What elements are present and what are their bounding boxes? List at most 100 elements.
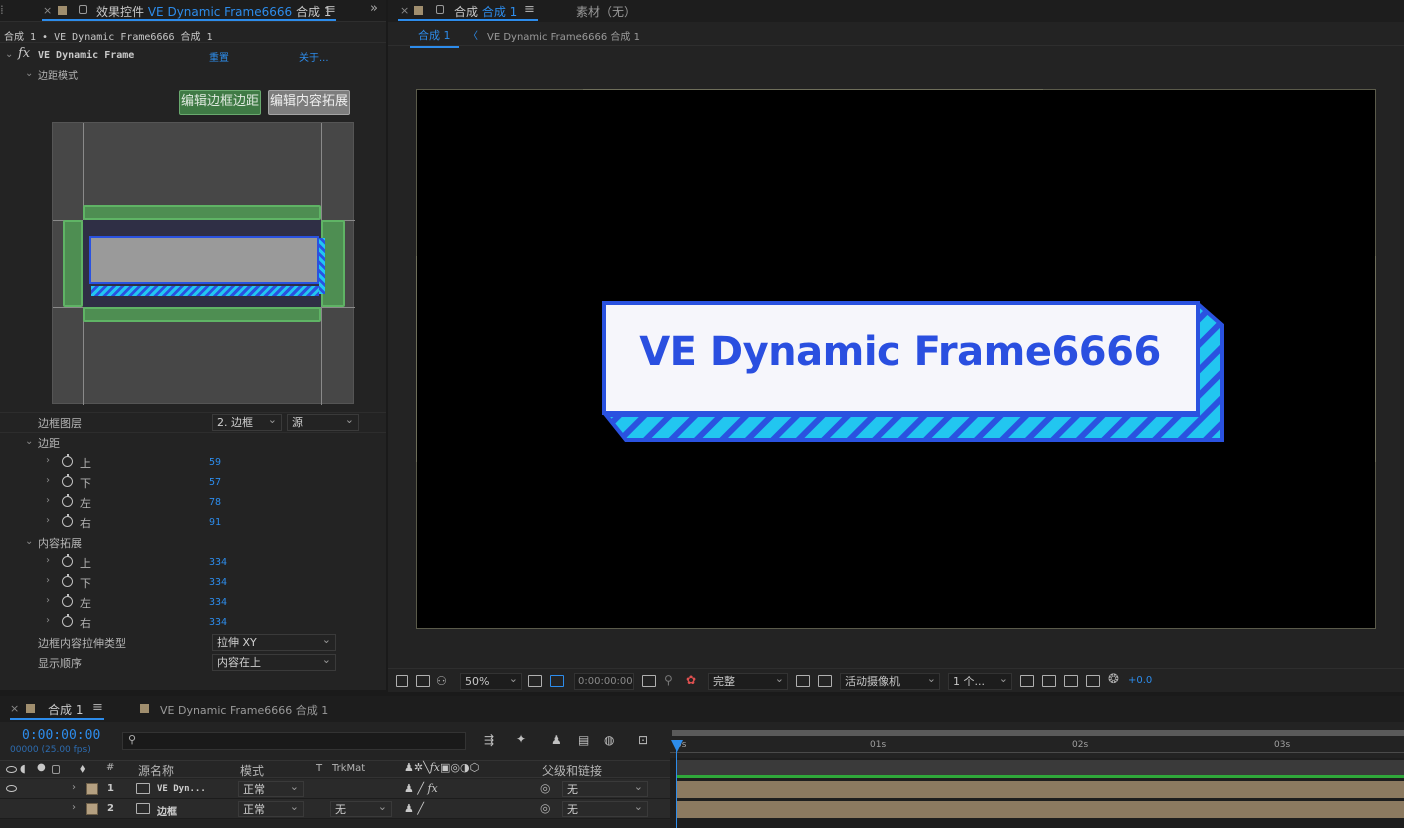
stopwatch-icon[interactable] (62, 474, 73, 487)
flowchart-icon[interactable] (1086, 675, 1100, 687)
edit-frame-margin-button[interactable]: 编辑边框边距 (179, 90, 261, 115)
margin-top-value[interactable]: 59 (209, 457, 221, 468)
graph-editor-icon[interactable]: ⊡ (638, 733, 648, 747)
snapshot-camera-icon[interactable] (642, 675, 656, 687)
current-time-field[interactable]: 0:00:00:00 (574, 673, 634, 690)
close-tab-icon[interactable]: × (43, 4, 52, 17)
close-tab-icon[interactable]: × (10, 702, 19, 715)
close-tab-icon[interactable]: × (400, 4, 409, 17)
lock-icon[interactable] (79, 5, 87, 14)
transparency-grid-icon[interactable] (550, 675, 564, 687)
stopwatch-icon[interactable] (62, 454, 73, 467)
margin-mode-chevron[interactable]: ⌄ (25, 68, 33, 79)
timeline-timecode[interactable]: 0:00:00:00 (22, 728, 100, 743)
expand-chevron[interactable]: › (46, 575, 50, 586)
stopwatch-icon[interactable] (62, 494, 73, 507)
channel-icon[interactable]: ✿ (686, 673, 696, 687)
margin-bottom-value[interactable]: 57 (209, 477, 221, 488)
column-mode[interactable]: 模式 (240, 762, 264, 779)
column-t[interactable]: T (316, 763, 322, 774)
layer-row-1[interactable]: › 1 VE Dyn... 正常 ♟ ╱ fx ◎ 无 (0, 779, 670, 799)
quality-dropdown[interactable]: 完整 (708, 671, 788, 690)
blend-mode-dropdown[interactable]: 正常 (238, 779, 304, 797)
effect-controls-tab[interactable]: 效果控件 VE Dynamic Frame6666 合成 1 (96, 3, 331, 20)
column-source-name[interactable]: 源名称 (138, 762, 174, 779)
timeline-tab-nested[interactable]: VE Dynamic Frame6666 合成 1 (160, 702, 328, 718)
content-bottom-value[interactable]: 334 (209, 577, 227, 588)
playhead-line[interactable] (676, 740, 677, 828)
composition-tab[interactable]: 合成 合成 1 (454, 3, 517, 20)
layer-search-input[interactable]: ⚲ (122, 732, 466, 750)
parent-dropdown[interactable]: 无 (562, 799, 648, 817)
stopwatch-icon[interactable] (62, 574, 73, 587)
stopwatch-icon[interactable] (62, 614, 73, 627)
zoom-dropdown[interactable]: 50% (460, 671, 522, 690)
motion-blur-icon[interactable]: ◍ (604, 733, 614, 747)
expand-layer-chevron[interactable]: › (72, 782, 76, 793)
frame-blend-icon[interactable]: ▤ (578, 733, 589, 747)
margin-top-handle[interactable] (83, 205, 321, 220)
frame-layer-dropdown[interactable]: 2. 边框 (212, 412, 282, 431)
expand-chevron[interactable]: › (46, 595, 50, 606)
video-toggle-icon[interactable] (6, 766, 17, 773)
reset-exposure-icon[interactable]: ❂ (1108, 672, 1119, 687)
edit-content-expand-button[interactable]: 编辑内容拓展 (268, 90, 350, 115)
eye-icon[interactable] (6, 785, 17, 792)
audio-icon[interactable]: ◖ (20, 762, 26, 775)
always-preview-icon[interactable] (396, 675, 408, 687)
panel-menu-icon[interactable]: ≡ (524, 2, 535, 17)
margin-left-handle[interactable] (63, 220, 83, 307)
layer-name[interactable]: 边框 (157, 803, 177, 818)
margin-group-chevron[interactable]: ⌄ (25, 436, 33, 447)
switches-icons[interactable]: ♟✲╲fx▣◎◑⬡ (404, 761, 479, 774)
expand-chevron[interactable]: › (46, 555, 50, 566)
panel-menu-icon[interactable]: ≡ (325, 2, 336, 17)
monitor-icon[interactable] (416, 675, 430, 687)
playhead-handle[interactable] (671, 740, 683, 752)
timeline-icon[interactable] (1064, 675, 1078, 687)
solo-icon[interactable]: ● (37, 762, 46, 773)
lock-icon[interactable] (436, 5, 444, 14)
parent-dropdown[interactable]: 无 (562, 779, 648, 797)
column-parent[interactable]: 父级和链接 (542, 762, 602, 779)
shy-icon[interactable]: ♟ (551, 733, 562, 747)
expand-layer-chevron[interactable]: › (72, 802, 76, 813)
expand-chevron[interactable]: › (46, 495, 50, 506)
draft-3d-icon[interactable]: ✦ (516, 732, 526, 746)
blend-mode-dropdown[interactable]: 正常 (238, 799, 304, 817)
trkmat-dropdown[interactable]: 无 (330, 799, 392, 817)
expand-chevron[interactable]: › (46, 615, 50, 626)
collapse-effect-chevron[interactable]: ⌄ (5, 49, 13, 60)
stopwatch-icon[interactable] (62, 594, 73, 607)
footage-tab[interactable]: 素材（无） (576, 3, 636, 20)
layer-name[interactable]: VE Dyn... (157, 784, 206, 794)
expand-chevron[interactable]: › (46, 475, 50, 486)
lock-icon[interactable] (52, 765, 60, 774)
views-dropdown[interactable]: 1 个... (948, 671, 1012, 690)
composition-canvas[interactable]: VE Dynamic Frame6666 (416, 89, 1376, 629)
stopwatch-icon[interactable] (62, 554, 73, 567)
layer-switches[interactable]: ♟ ╱ fx (404, 782, 438, 795)
margin-preview-widget[interactable] (52, 122, 355, 405)
region-of-interest-icon[interactable] (796, 675, 810, 687)
column-trkmat[interactable]: TrkMat (332, 763, 365, 774)
layer-1-duration-bar[interactable] (676, 781, 1404, 798)
layer-row-2[interactable]: › 2 边框 正常 无 ♟ ╱ ◎ 无 (0, 799, 670, 819)
layer-switches[interactable]: ♟ ╱ (404, 802, 424, 815)
stretch-type-dropdown[interactable]: 拉伸 XY (212, 632, 336, 651)
expand-chevron[interactable]: › (46, 515, 50, 526)
expand-chevron[interactable]: › (46, 455, 50, 466)
fx-icon[interactable]: fx (18, 46, 30, 61)
pickwhip-icon[interactable]: ◎ (540, 801, 550, 815)
content-top-value[interactable]: 334 (209, 557, 227, 568)
pickwhip-icon[interactable]: ◎ (540, 781, 550, 795)
content-right-value[interactable]: 334 (209, 617, 227, 628)
margin-right-value[interactable]: 91 (209, 517, 221, 528)
resolution-icon[interactable] (528, 675, 542, 687)
comp-flow-icon[interactable]: ⇶ (484, 733, 494, 747)
margin-bottom-handle[interactable] (83, 307, 321, 322)
label-color-swatch[interactable] (86, 803, 98, 815)
stopwatch-icon[interactable] (62, 514, 73, 527)
display-order-dropdown[interactable]: 内容在上 (212, 652, 336, 671)
dynamic-frame-graphic[interactable]: VE Dynamic Frame6666 (601, 299, 1224, 443)
